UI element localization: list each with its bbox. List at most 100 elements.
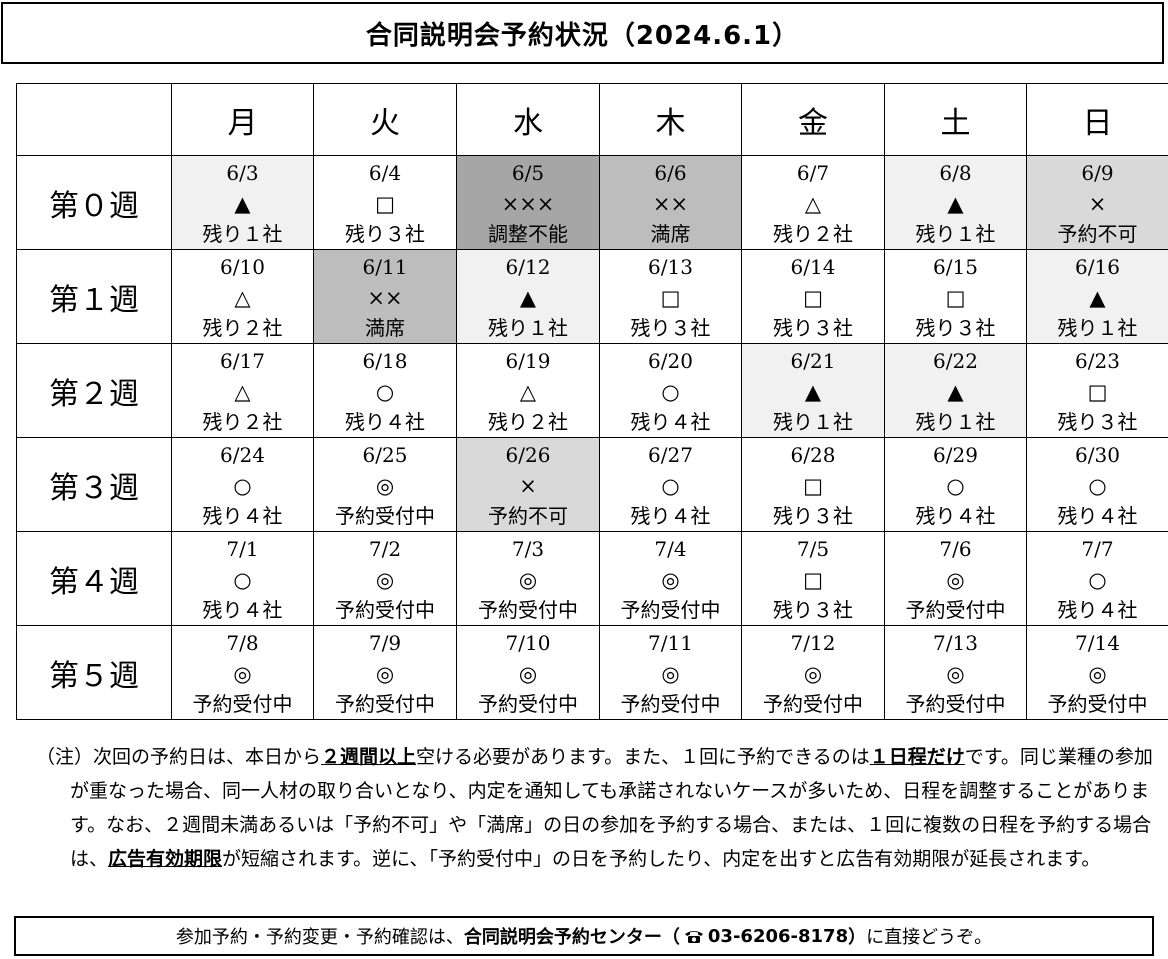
day-cell[interactable]: 6/7 △ 残り２社 <box>741 155 885 250</box>
day-cell[interactable]: 6/22 ▲ 残り１社 <box>884 343 1027 438</box>
day-cell[interactable]: 7/6 ◎ 予約受付中 <box>884 531 1027 626</box>
day-date: 7/4 <box>654 537 687 561</box>
day-cell[interactable]: 6/25 ◎ 予約受付中 <box>313 437 457 532</box>
availability-status: 予約受付中 <box>335 504 435 528</box>
day-cell[interactable]: 7/3 ◎ 予約受付中 <box>456 531 600 626</box>
week-row: 第４週 7/1 ○ 残り４社 7/2 ◎ 予約受付中 7/3 ◎ 予約受付中 7/4 ◎ 予約受付中 7/… <box>16 531 1168 626</box>
phone-open-paren: （ <box>661 927 680 948</box>
day-cell[interactable]: 6/30 ○ 残り４社 <box>1026 437 1168 532</box>
day-cell[interactable]: 7/10 ◎ 予約受付中 <box>456 625 600 720</box>
day-cell[interactable]: 6/17 △ 残り２社 <box>171 343 314 438</box>
day-cell[interactable]: 7/5 □ 残り３社 <box>741 531 885 626</box>
availability-mark: ▲ <box>1089 285 1106 310</box>
notice-text-1: 次回の予約日は、本日から <box>93 746 322 768</box>
day-date: 7/2 <box>368 537 402 561</box>
availability-status: 残り１社 <box>773 410 853 434</box>
day-date: 6/21 <box>790 349 836 373</box>
day-cell[interactable]: 6/27 ○ 残り４社 <box>599 437 742 532</box>
week-label: 第２週 <box>16 343 172 438</box>
day-cell[interactable]: 7/14 ◎ 予約受付中 <box>1026 625 1168 720</box>
day-cell[interactable]: 7/8 ◎ 予約受付中 <box>171 625 314 720</box>
day-cell[interactable]: 7/2 ◎ 予約受付中 <box>313 531 457 626</box>
day-cell[interactable]: 6/23 □ 残り３社 <box>1026 343 1168 438</box>
day-cell[interactable]: 7/13 ◎ 予約受付中 <box>884 625 1027 720</box>
day-cell[interactable]: 6/13 □ 残り３社 <box>599 249 742 344</box>
availability-mark: ××× <box>501 191 555 216</box>
contact-footer: 参加予約・予約変更・予約確認は、 合同説明会予約センター （ 03-6206-8… <box>14 916 1154 956</box>
day-cell[interactable]: 6/14 □ 残り３社 <box>741 249 885 344</box>
availability-mark: ▲ <box>947 379 964 404</box>
day-cell[interactable]: 7/4 ◎ 予約受付中 <box>599 531 742 626</box>
availability-mark: ▲ <box>947 191 964 216</box>
day-date: 7/8 <box>226 631 259 655</box>
day-cell[interactable]: 6/19 △ 残り２社 <box>456 343 600 438</box>
availability-mark: □ <box>660 285 681 310</box>
page-title-text: 合同説明会予約状況（2024.6.1） <box>365 20 800 51</box>
day-cell[interactable]: 6/21 ▲ 残り１社 <box>741 343 885 438</box>
availability-status: 予約受付中 <box>905 598 1006 622</box>
day-cell[interactable]: 6/10 △ 残り２社 <box>171 249 314 344</box>
footer-text-1: 参加予約・予約変更・予約確認は、 <box>175 927 464 948</box>
availability-mark: □ <box>945 285 966 310</box>
availability-mark: ▲ <box>519 285 537 310</box>
day-date: 6/23 <box>1075 349 1120 373</box>
day-cell[interactable]: 7/1 ○ 残り４社 <box>171 531 314 626</box>
day-cell[interactable]: 6/3 ▲ 残り１社 <box>171 155 314 250</box>
availability-status: 予約受付中 <box>335 692 435 716</box>
availability-mark: ◎ <box>661 567 680 592</box>
week-row: 第１週 6/10 △ 残り２社 6/11 ×× 満席 6/12 ▲ 残り１社 6/13 □ 残り３社 6/… <box>16 249 1168 344</box>
day-cell[interactable]: 7/11 ◎ 予約受付中 <box>599 625 742 720</box>
availability-status: 残り４社 <box>345 410 425 434</box>
availability-status: 予約受付中 <box>478 598 578 622</box>
day-date: 7/1 <box>226 537 259 561</box>
day-cell[interactable]: 6/11 ×× 満席 <box>313 249 457 344</box>
day-date: 7/13 <box>933 631 978 655</box>
day-cell[interactable]: 6/16 ▲ 残り１社 <box>1026 249 1168 344</box>
day-cell[interactable]: 6/8 ▲ 残り１社 <box>884 155 1027 250</box>
day-cell[interactable]: 6/28 □ 残り３社 <box>741 437 885 532</box>
availability-status: 残り４社 <box>630 410 711 434</box>
notice-emphasis-two-weeks: ２週間以上 <box>321 746 417 768</box>
day-cell[interactable]: 6/5 ××× 調整不能 <box>456 155 600 250</box>
day-cell[interactable]: 6/6 ×× 満席 <box>599 155 742 250</box>
day-cell[interactable]: 6/29 ○ 残り４社 <box>884 437 1027 532</box>
day-cell[interactable]: 7/9 ◎ 予約受付中 <box>313 625 457 720</box>
day-cell[interactable]: 6/12 ▲ 残り１社 <box>456 249 600 344</box>
day-date: 7/10 <box>505 631 551 655</box>
week-label: 第４週 <box>16 531 172 626</box>
week-row: 第５週 7/8 ◎ 予約受付中 7/9 ◎ 予約受付中 7/10 ◎ 予約受付中 7/11 ◎ 予約受付… <box>16 625 1168 720</box>
day-cell[interactable]: 6/20 ○ 残り４社 <box>599 343 742 438</box>
day-cell[interactable]: 6/24 ○ 残り４社 <box>171 437 314 532</box>
phone-number[interactable]: 03-6206-8178 <box>708 926 848 947</box>
day-cell[interactable]: 6/9 × 予約不可 <box>1026 155 1168 250</box>
day-date: 6/24 <box>220 443 265 467</box>
day-date: 6/12 <box>505 255 551 279</box>
weekday-thu: 木 <box>599 83 742 156</box>
availability-mark: ▲ <box>234 191 251 216</box>
day-cell[interactable]: 7/7 ○ 残り４社 <box>1026 531 1168 626</box>
day-cell[interactable]: 7/12 ◎ 予約受付中 <box>741 625 885 720</box>
day-cell[interactable]: 6/4 □ 残り３社 <box>313 155 457 250</box>
day-date: 7/6 <box>939 537 972 561</box>
day-cell[interactable]: 6/15 □ 残り３社 <box>884 249 1027 344</box>
availability-status: 残り４社 <box>202 504 283 528</box>
availability-status: 残り１社 <box>915 222 996 246</box>
availability-mark: □ <box>803 567 823 592</box>
availability-mark: ◎ <box>233 661 252 686</box>
availability-mark: ◎ <box>946 567 965 592</box>
week-label: 第５週 <box>16 625 172 720</box>
availability-mark: ○ <box>375 379 395 404</box>
day-date: 6/22 <box>933 349 978 373</box>
day-cell[interactable]: 6/26 × 予約不可 <box>456 437 600 532</box>
availability-mark: ○ <box>1088 567 1107 592</box>
day-cell[interactable]: 6/18 ○ 残り４社 <box>313 343 457 438</box>
week-label: 第３週 <box>16 437 172 532</box>
day-date: 7/14 <box>1075 631 1120 655</box>
weekday-mon: 月 <box>171 83 314 156</box>
availability-status: 満席 <box>650 222 691 246</box>
availability-mark: ○ <box>661 379 680 404</box>
day-date: 6/8 <box>939 161 972 185</box>
availability-status: 予約受付中 <box>763 692 863 716</box>
day-date: 6/19 <box>505 349 551 373</box>
availability-mark: ◎ <box>518 661 538 686</box>
